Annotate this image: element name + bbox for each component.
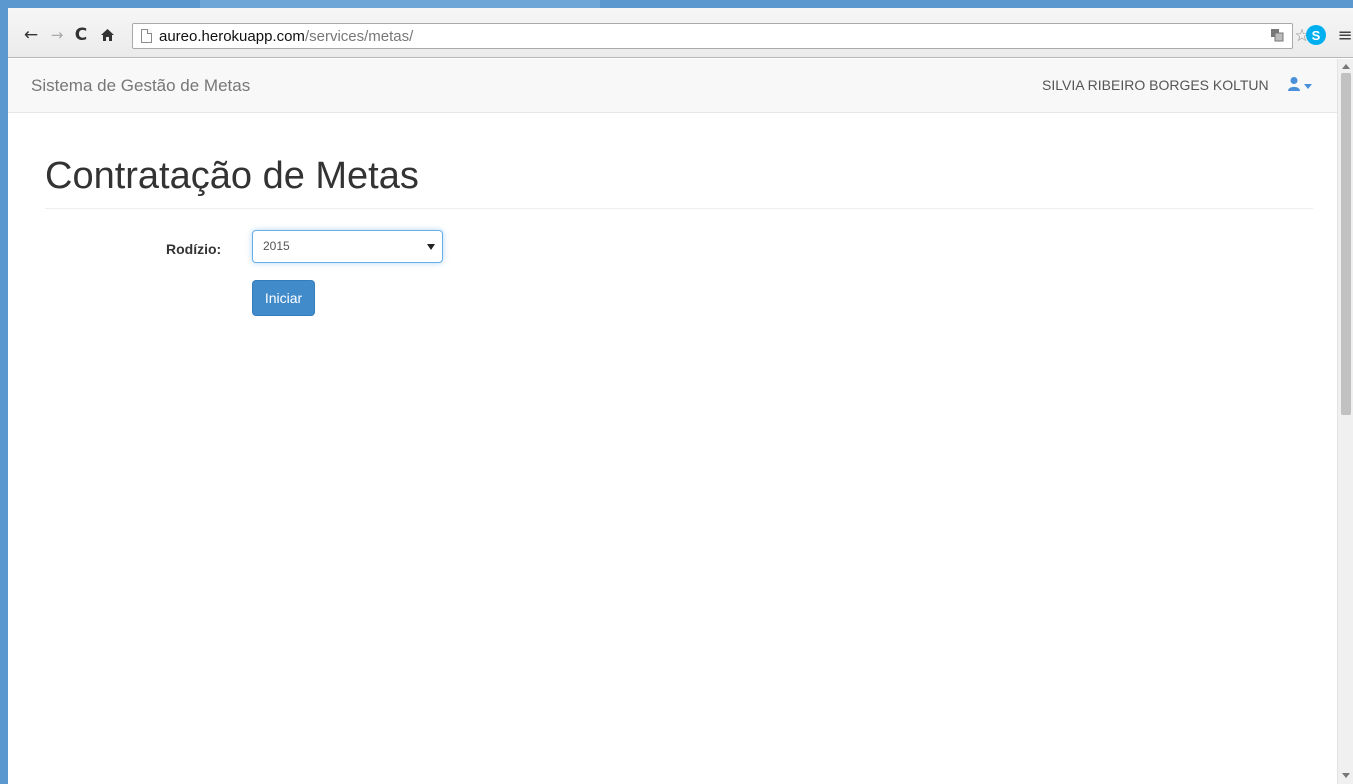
home-icon[interactable] xyxy=(96,24,118,46)
reload-icon[interactable]: C xyxy=(70,24,92,46)
page-icon xyxy=(141,29,152,43)
chevron-down-icon xyxy=(427,244,435,250)
browser-toolbar: ← → C aureo.herokuapp.com/services/metas… xyxy=(8,8,1353,58)
browser-window xyxy=(0,0,1353,784)
rodizio-selected-value: 2015 xyxy=(263,239,290,253)
scrollbar-thumb[interactable] xyxy=(1341,73,1351,415)
page-title: Contratação de Metas xyxy=(45,155,419,197)
chevron-down-icon[interactable] xyxy=(1304,84,1312,89)
url-path: /services/metas/ xyxy=(304,27,414,45)
rodizio-label: Rodízio: xyxy=(166,241,222,257)
title-divider xyxy=(45,208,1313,209)
scroll-down-icon[interactable] xyxy=(1342,773,1350,778)
forward-arrow-icon[interactable]: → xyxy=(46,24,68,46)
skype-icon[interactable]: S xyxy=(1306,25,1326,45)
iniciar-button[interactable]: Iniciar xyxy=(252,280,315,316)
user-name[interactable]: SILVIA RIBEIRO BORGES KOLTUN xyxy=(1042,77,1269,93)
back-arrow-icon[interactable]: ← xyxy=(20,24,42,46)
app-navbar: Sistema de Gestão de Metas SILVIA RIBEIR… xyxy=(8,59,1337,113)
scroll-up-icon[interactable] xyxy=(1342,64,1350,69)
user-icon[interactable] xyxy=(1287,76,1301,92)
translate-icon[interactable] xyxy=(1268,28,1286,45)
rodizio-select[interactable]: 2015 xyxy=(252,230,443,263)
navbar-brand[interactable]: Sistema de Gestão de Metas xyxy=(31,76,250,96)
menu-icon[interactable]: ≡ xyxy=(1334,24,1353,46)
address-bar[interactable]: aureo.herokuapp.com/services/metas/ xyxy=(132,23,1293,49)
active-tab-strip xyxy=(200,0,600,8)
url-host: aureo.herokuapp.com xyxy=(159,27,305,45)
vertical-scrollbar[interactable] xyxy=(1337,59,1353,784)
